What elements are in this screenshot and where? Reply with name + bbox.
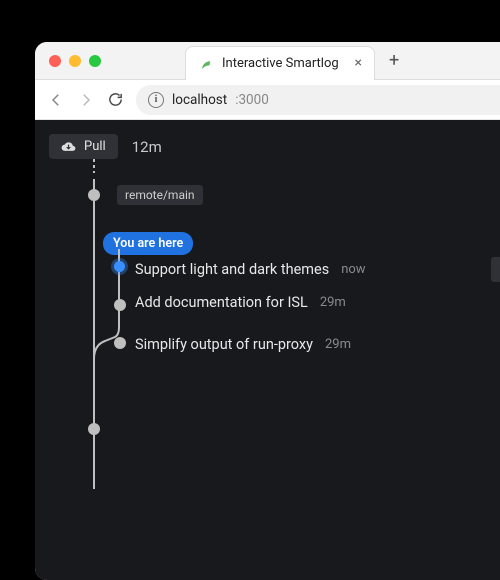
browser-toolbar: i localhost :3000 [35, 80, 500, 120]
url-port: :3000 [235, 92, 269, 108]
tab-title: Interactive Smartlog [222, 56, 347, 71]
commit-row[interactable]: Support light and dark themes now Uncomm… [135, 257, 500, 282]
commit-message: Add documentation for ISL [135, 294, 308, 311]
commit-time: 29m [325, 337, 351, 352]
address-bar[interactable]: i localhost :3000 [136, 85, 500, 115]
leaf-icon [198, 55, 214, 71]
pull-label: Pull [84, 139, 106, 154]
back-button[interactable] [47, 91, 65, 109]
commit-row[interactable]: Simplify output of run-proxy 29m Goto [135, 331, 500, 358]
last-pull-time: 12m [132, 138, 162, 156]
reload-button[interactable] [107, 91, 124, 108]
graph-node-remote[interactable] [88, 189, 100, 201]
cloud-download-icon [61, 139, 76, 154]
you-are-here-badge: You are here [103, 232, 193, 255]
commit-message: Support light and dark themes [135, 261, 329, 278]
uncommit-button[interactable]: Uncommit [491, 257, 500, 282]
commit-time: now [341, 262, 365, 277]
app-topbar: Pull 12m [49, 134, 500, 159]
browser-window: Interactive Smartlog × + i localhost :300… [35, 42, 500, 580]
graph-node-current[interactable] [114, 261, 125, 272]
graph-line-dashed [93, 159, 95, 173]
graph-node[interactable] [114, 299, 126, 311]
remote-branch-badge[interactable]: remote/main [117, 185, 203, 205]
close-window-button[interactable] [49, 55, 61, 67]
graph-node[interactable] [88, 423, 100, 435]
graph-node[interactable] [114, 337, 126, 349]
browser-tab[interactable]: Interactive Smartlog × [185, 46, 375, 80]
commit-time: 29m [320, 295, 346, 310]
minimize-window-button[interactable] [69, 55, 81, 67]
url-host: localhost [172, 92, 227, 108]
window-controls [35, 55, 115, 67]
new-tab-button[interactable]: + [389, 50, 399, 71]
commit-row[interactable]: Add documentation for ISL 29m [135, 294, 500, 311]
titlebar: Interactive Smartlog × + [35, 42, 500, 80]
forward-button[interactable] [77, 91, 95, 109]
app-content: Pull 12m remote/main You are here Suppor… [35, 120, 500, 580]
maximize-window-button[interactable] [89, 55, 101, 67]
site-info-icon[interactable]: i [148, 92, 164, 108]
close-tab-icon[interactable]: × [355, 55, 362, 71]
pull-button[interactable]: Pull [49, 134, 118, 159]
commit-message: Simplify output of run-proxy [135, 336, 313, 353]
